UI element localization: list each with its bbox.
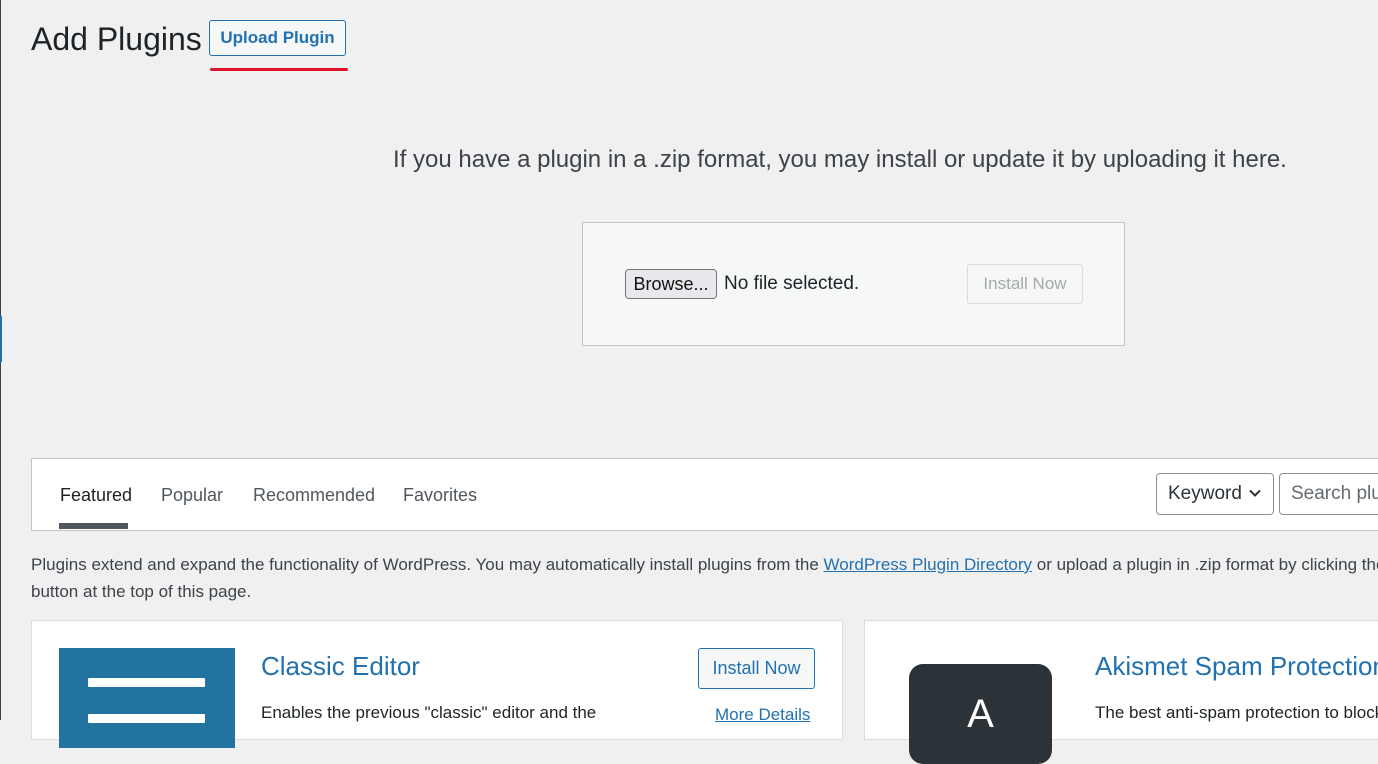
highlight-underline <box>210 68 348 71</box>
plugin-name[interactable]: Classic Editor <box>261 651 420 682</box>
upload-form: Browse... No file selected. Install Now <box>582 222 1125 346</box>
intro-text-before: Plugins extend and expand the functional… <box>31 555 824 574</box>
plugin-card-classic-editor: Classic Editor Enables the previous "cla… <box>31 620 843 748</box>
akismet-icon: A <box>909 664 1052 764</box>
plugin-description: The best anti-spam protection to block <box>1095 703 1378 722</box>
classic-editor-icon <box>59 648 235 748</box>
search-plugins-input[interactable] <box>1279 473 1378 515</box>
tab-favorites[interactable]: Favorites <box>403 485 477 506</box>
plugin-description: Enables the previous "classic" editor an… <box>261 703 597 722</box>
more-details-link[interactable]: More Details <box>715 705 810 725</box>
browse-button[interactable]: Browse... <box>625 269 717 299</box>
icon-line <box>88 714 205 723</box>
search-type-select[interactable]: Keyword <box>1156 473 1274 515</box>
plugin-filter-bar: Featured Popular Recommended Favorites K… <box>31 458 1378 531</box>
tab-popular[interactable]: Popular <box>161 485 223 506</box>
chevron-down-icon <box>1249 489 1261 497</box>
upload-plugin-button[interactable]: Upload Plugin <box>209 20 346 56</box>
install-now-button-disabled[interactable]: Install Now <box>967 264 1083 304</box>
sidebar-scroll-indicator <box>0 316 2 362</box>
file-status-label: No file selected. <box>724 273 860 294</box>
plugin-card-akismet: A Akismet Spam Protection The best anti-… <box>864 620 1378 764</box>
icon-line <box>88 678 205 687</box>
tab-featured[interactable]: Featured <box>60 485 132 506</box>
active-tab-indicator <box>59 523 128 529</box>
search-type-value: Keyword <box>1168 483 1242 504</box>
page-title: Add Plugins <box>31 21 202 57</box>
plugin-name[interactable]: Akismet Spam Protection <box>1095 651 1378 682</box>
plugins-intro: Plugins extend and expand the functional… <box>31 551 1378 605</box>
install-now-button[interactable]: Install Now <box>698 648 815 689</box>
plugin-directory-link[interactable]: WordPress Plugin Directory <box>824 555 1032 574</box>
tab-recommended[interactable]: Recommended <box>253 485 375 506</box>
akismet-icon-letter: A <box>967 692 994 736</box>
upload-help-text: If you have a plugin in a .zip format, y… <box>393 146 1287 173</box>
